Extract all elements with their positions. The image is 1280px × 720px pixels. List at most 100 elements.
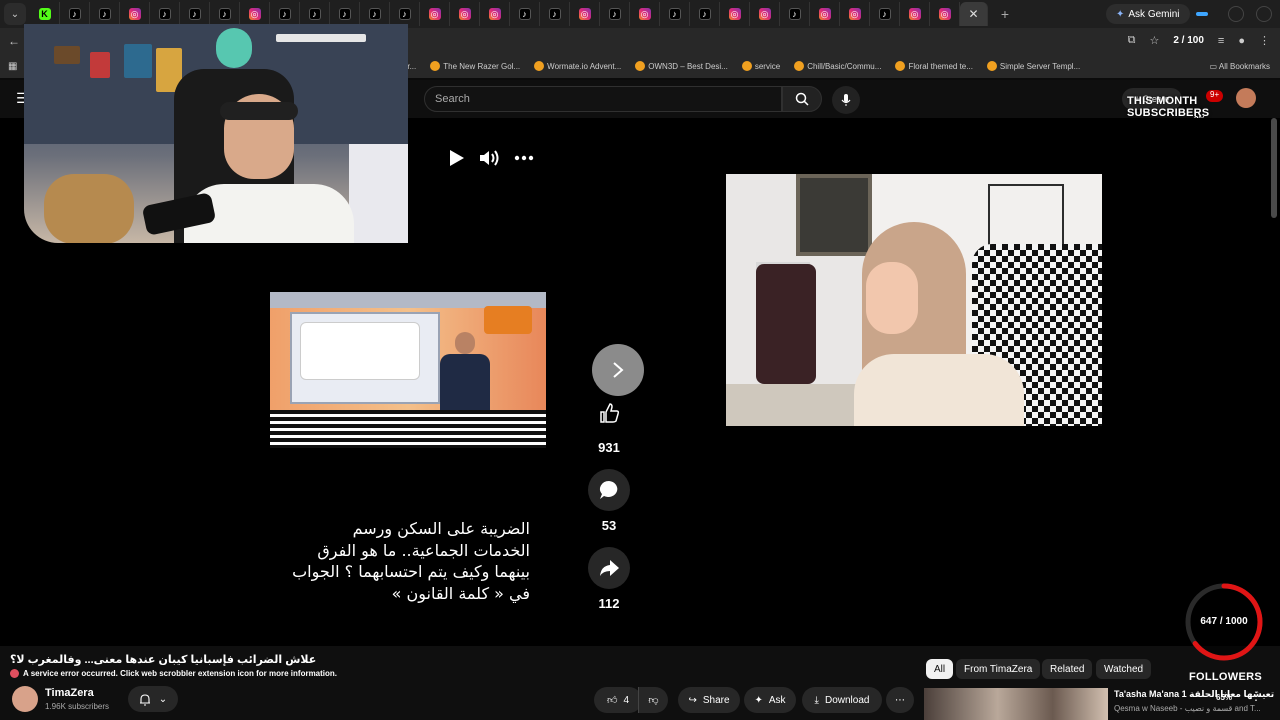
like-button[interactable] bbox=[588, 392, 630, 434]
channel-name[interactable]: TimaZera bbox=[45, 687, 94, 699]
thumbs-up-icon bbox=[600, 403, 620, 423]
browser-tab[interactable]: ♪ bbox=[330, 2, 360, 26]
browser-tab[interactable]: ◎ bbox=[900, 2, 930, 26]
browser-tab[interactable]: K bbox=[30, 2, 60, 26]
tiktok-favicon-icon: ♪ bbox=[158, 8, 171, 20]
close-tab-icon[interactable]: ✕ bbox=[968, 7, 978, 21]
browser-tab[interactable]: ♪ bbox=[540, 2, 570, 26]
browser-tab[interactable]: ◎ bbox=[480, 2, 510, 26]
filter-chip[interactable]: From TimaZera bbox=[956, 659, 1041, 679]
video-like-count: 4 bbox=[623, 694, 629, 706]
browser-tab[interactable]: ♪ bbox=[270, 2, 300, 26]
guest-camera-video bbox=[726, 174, 1102, 426]
active-tab[interactable]: ✕ bbox=[960, 2, 988, 26]
video-share-button[interactable]: ↪ Share bbox=[678, 687, 740, 713]
browser-tab[interactable]: ◎ bbox=[750, 2, 780, 26]
browser-tab[interactable]: ♪ bbox=[210, 2, 240, 26]
browser-tab[interactable]: ♪ bbox=[870, 2, 900, 26]
filter-chip[interactable]: Watched bbox=[1096, 659, 1152, 679]
bookmark-label: OWN3D – Best Desi... bbox=[648, 61, 728, 71]
page-scrollbar[interactable] bbox=[1271, 118, 1277, 218]
tiktok-favicon-icon: ♪ bbox=[698, 8, 711, 20]
browser-tab[interactable]: ♪ bbox=[60, 2, 90, 26]
volume-icon[interactable] bbox=[478, 148, 502, 168]
search-button[interactable] bbox=[782, 86, 822, 112]
cast-icon[interactable]: ⧉ bbox=[1128, 34, 1136, 47]
browser-tab[interactable]: ◎ bbox=[840, 2, 870, 26]
bookmark-item[interactable]: Chill/Basic/Commu... bbox=[794, 61, 881, 71]
insta-favicon-icon: ◎ bbox=[578, 8, 591, 20]
more-horizontal-icon: ⋯ bbox=[895, 694, 905, 706]
browser-tab[interactable]: ♪ bbox=[780, 2, 810, 26]
search-icon bbox=[795, 92, 809, 106]
browser-tab[interactable]: ♪ bbox=[600, 2, 630, 26]
toolbar-right: ⧉ ☆ 2 / 100 ≡ ● ⋮ bbox=[1128, 34, 1270, 47]
browser-tab[interactable]: ♪ bbox=[360, 2, 390, 26]
ask-button[interactable]: ✦ Ask bbox=[744, 687, 796, 713]
next-short-button[interactable] bbox=[592, 344, 644, 396]
browser-tab[interactable]: ♪ bbox=[150, 2, 180, 26]
filter-chip[interactable]: All bbox=[926, 659, 954, 679]
notifications-bell-button[interactable]: ⌄ bbox=[128, 686, 178, 712]
chevron-down-icon: ⌄ bbox=[158, 693, 168, 705]
browser-tab[interactable]: ◎ bbox=[420, 2, 450, 26]
bookmark-item[interactable]: Simple Server Templ... bbox=[986, 61, 1081, 71]
bookmark-item[interactable]: OWN3D – Best Desi... bbox=[635, 61, 728, 71]
bookmark-label: Simple Server Templ... bbox=[999, 61, 1081, 71]
video-dislike-button[interactable]: 👎︎ bbox=[638, 687, 668, 713]
back-icon[interactable]: ← bbox=[8, 34, 20, 48]
all-bookmarks-label: All Bookmarks bbox=[1218, 62, 1270, 71]
browser-tab[interactable]: ◎ bbox=[630, 2, 660, 26]
voice-search-button[interactable] bbox=[832, 86, 860, 114]
bookmark-item[interactable]: Floral themed te... bbox=[895, 61, 973, 71]
browser-tab[interactable]: ◎ bbox=[240, 2, 270, 26]
browser-tab[interactable]: ◎ bbox=[450, 2, 480, 26]
channel-avatar[interactable] bbox=[12, 686, 38, 712]
profile-icon[interactable]: ● bbox=[1238, 35, 1245, 47]
bookmark-item[interactable]: Wormate.io Advent... bbox=[534, 61, 621, 71]
related-video-thumbnail[interactable] bbox=[924, 688, 1108, 720]
bookmark-item[interactable]: The New Razer Gol... bbox=[430, 61, 520, 71]
new-tab-button[interactable]: + bbox=[994, 3, 1016, 25]
browser-tab[interactable]: ♪ bbox=[90, 2, 120, 26]
share-button[interactable] bbox=[588, 547, 630, 589]
browser-tab[interactable]: ◎ bbox=[810, 2, 840, 26]
download-button[interactable]: ⤓ Download bbox=[802, 687, 882, 713]
filter-chip[interactable]: Related bbox=[1042, 659, 1093, 679]
tiktok-favicon-icon: ♪ bbox=[398, 8, 411, 20]
play-icon[interactable] bbox=[446, 148, 466, 168]
browser-tab[interactable]: ♪ bbox=[390, 2, 420, 26]
suitcase bbox=[756, 264, 816, 384]
video-like-button[interactable]: 👍︎ 4 bbox=[594, 687, 642, 713]
browser-tab[interactable]: ♪ bbox=[180, 2, 210, 26]
apps-grid-icon[interactable]: ▦ bbox=[8, 61, 17, 72]
browser-tab[interactable]: ◎ bbox=[120, 2, 150, 26]
browser-tab[interactable]: ◎ bbox=[720, 2, 750, 26]
short-thumbnail[interactable] bbox=[270, 292, 546, 448]
kick-favicon-icon: K bbox=[38, 8, 51, 20]
minimize-icon[interactable] bbox=[1196, 12, 1208, 16]
tab-search-button[interactable]: ⌄ bbox=[4, 3, 26, 25]
bookmark-star-icon[interactable]: ☆ bbox=[1149, 34, 1159, 47]
bookmark-item[interactable]: service bbox=[741, 61, 780, 71]
related-more-icon[interactable]: ⋮ bbox=[1250, 689, 1262, 703]
insta-favicon-icon: ◎ bbox=[848, 8, 861, 20]
browser-tab[interactable]: ♪ bbox=[690, 2, 720, 26]
browser-tab[interactable]: ◎ bbox=[930, 2, 960, 26]
browser-tab[interactable]: ◎ bbox=[570, 2, 600, 26]
more-actions-button[interactable]: ⋯ bbox=[886, 687, 914, 713]
all-bookmarks-link[interactable]: ▭ All Bookmarks bbox=[1210, 62, 1270, 71]
window-close-icon[interactable] bbox=[1256, 6, 1272, 22]
search-input[interactable]: Search bbox=[424, 86, 782, 112]
queue-icon[interactable]: ≡ bbox=[1218, 35, 1224, 47]
browser-tab[interactable]: ♪ bbox=[660, 2, 690, 26]
maximize-icon[interactable] bbox=[1228, 6, 1244, 22]
ask-gemini-button[interactable]: ✦ Ask Gemini bbox=[1106, 4, 1190, 24]
comments-button[interactable] bbox=[588, 469, 630, 511]
more-options-icon[interactable] bbox=[514, 155, 534, 161]
share-arrow-icon bbox=[600, 560, 619, 576]
browser-tab[interactable]: ♪ bbox=[300, 2, 330, 26]
browser-tab[interactable]: ♪ bbox=[510, 2, 540, 26]
menu-dots-icon[interactable]: ⋮ bbox=[1259, 34, 1270, 47]
bookmark-favicon-icon bbox=[794, 61, 805, 71]
